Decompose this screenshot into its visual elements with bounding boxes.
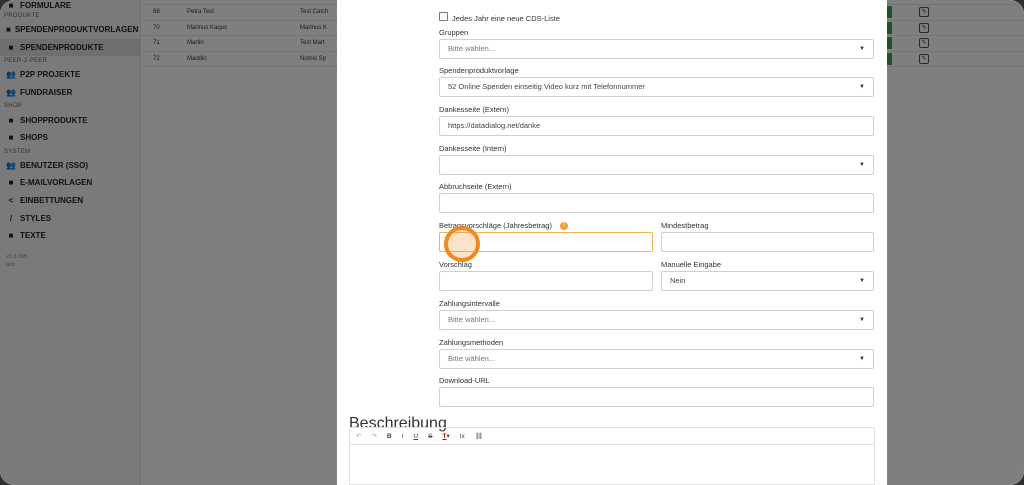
zahlungsintervalle-value: Bitte wählen... <box>448 315 496 324</box>
edit-modal: Jedes Jahr eine neue CDS-Liste Gruppen B… <box>337 0 887 485</box>
vorlage-select[interactable]: 52 Online Spenden einseitig Video kurz m… <box>439 77 874 97</box>
mindestbetrag-field: Mindestbetrag <box>661 221 874 252</box>
dankesseite-extern-value: https://datadialog.net/danke <box>448 121 541 130</box>
link-icon[interactable]: ⛓ <box>475 432 483 440</box>
vorlage-field: Spendenproduktvorlage 52 Online Spenden … <box>439 66 874 97</box>
dankesseite-extern-input[interactable]: https://datadialog.net/danke <box>439 116 874 136</box>
dankesseite-extern-field: Dankesseite (Extern) https://datadialog.… <box>439 105 874 136</box>
zahlungsintervalle-label: Zahlungsintervalle <box>439 299 500 308</box>
dankesseite-intern-label: Dankesseite (Intern) <box>439 144 507 153</box>
zahlungsmethoden-value: Bitte wählen... <box>448 354 496 363</box>
dankesseite-extern-label: Dankesseite (Extern) <box>439 105 510 114</box>
vorschlag-label: Vorschlag <box>439 260 472 269</box>
chevron-down-icon: ▼ <box>859 162 865 168</box>
zahlungsmethoden-select[interactable]: Bitte wählen... ▼ <box>439 349 874 369</box>
zahlungsintervalle-select[interactable]: Bitte wählen... ▼ <box>439 310 874 330</box>
clear-format-icon[interactable]: Ix <box>460 433 465 440</box>
redo-icon[interactable]: ↷ <box>371 432 376 440</box>
zahlungsintervalle-field: Zahlungsintervalle Bitte wählen... ▼ <box>439 299 874 330</box>
chevron-down-icon: ▾ <box>446 433 450 440</box>
undo-icon[interactable]: ↶ <box>356 432 361 440</box>
vorlage-value: 52 Online Spenden einseitig Video kurz m… <box>448 82 645 91</box>
abbruchseite-input[interactable] <box>439 193 874 213</box>
mindestbetrag-input[interactable] <box>661 232 874 252</box>
abbruchseite-label: Abbruchseite (Extern) <box>439 182 512 191</box>
vorlage-label: Spendenproduktvorlage <box>439 66 519 75</box>
underline-button[interactable]: U <box>413 433 418 440</box>
chevron-down-icon: ▼ <box>859 46 865 52</box>
zahlungsmethoden-label: Zahlungsmethoden <box>439 338 504 347</box>
abbruchseite-field: Abbruchseite (Extern) <box>439 182 874 213</box>
vorschlag-input[interactable] <box>439 271 653 291</box>
gruppen-field: Gruppen Bitte wählen... ▼ <box>439 28 874 59</box>
chevron-down-icon: ▼ <box>859 84 865 90</box>
text-color-button[interactable]: T▾ <box>442 432 449 440</box>
download-url-field: Download-URL <box>439 376 874 407</box>
manuelle-eingabe-value: Nein <box>670 276 686 285</box>
cds-checkbox-label: Jedes Jahr eine neue CDS-Liste <box>452 14 560 23</box>
chevron-down-icon: ▼ <box>859 356 865 362</box>
gruppen-select[interactable]: Bitte wählen... ▼ <box>439 39 874 59</box>
chevron-down-icon: ▼ <box>859 317 865 323</box>
beschreibung-editor[interactable] <box>349 445 875 485</box>
manuelle-eingabe-label: Manuelle Eingabe <box>661 260 722 269</box>
vorschlag-field: Vorschlag <box>439 260 653 291</box>
editor-toolbar: ↶ ↷ B I U S T▾ Ix ⛓ <box>349 427 875 445</box>
cds-checkbox[interactable] <box>439 12 448 22</box>
manuelle-eingabe-field: Manuelle Eingabe Nein ▼ <box>661 260 874 291</box>
gruppen-value: Bitte wählen... <box>448 44 496 53</box>
gruppen-label: Gruppen <box>439 28 469 37</box>
mindestbetrag-label: Mindestbetrag <box>661 221 709 230</box>
download-url-label: Download-URL <box>439 376 490 385</box>
manuelle-eingabe-select[interactable]: Nein ▼ <box>661 271 874 291</box>
bold-button[interactable]: B <box>387 433 392 440</box>
dankesseite-intern-field: Dankesseite (Intern) ▼ <box>439 144 874 175</box>
cds-checkbox-row[interactable]: Jedes Jahr eine neue CDS-Liste <box>439 8 560 26</box>
italic-button[interactable]: I <box>402 433 404 440</box>
chevron-down-icon: ▼ <box>859 278 865 284</box>
info-icon[interactable]: ! <box>559 222 568 231</box>
app-frame: ■FORMULARE PRODUKTE ■SPENDENPRODUKTVORLA… <box>0 0 1024 485</box>
click-indicator <box>444 226 480 262</box>
strikethrough-button[interactable]: S <box>428 433 432 440</box>
zahlungsmethoden-field: Zahlungsmethoden Bitte wählen... ▼ <box>439 338 874 369</box>
dankesseite-intern-select[interactable]: ▼ <box>439 155 874 175</box>
download-url-input[interactable] <box>439 387 874 407</box>
